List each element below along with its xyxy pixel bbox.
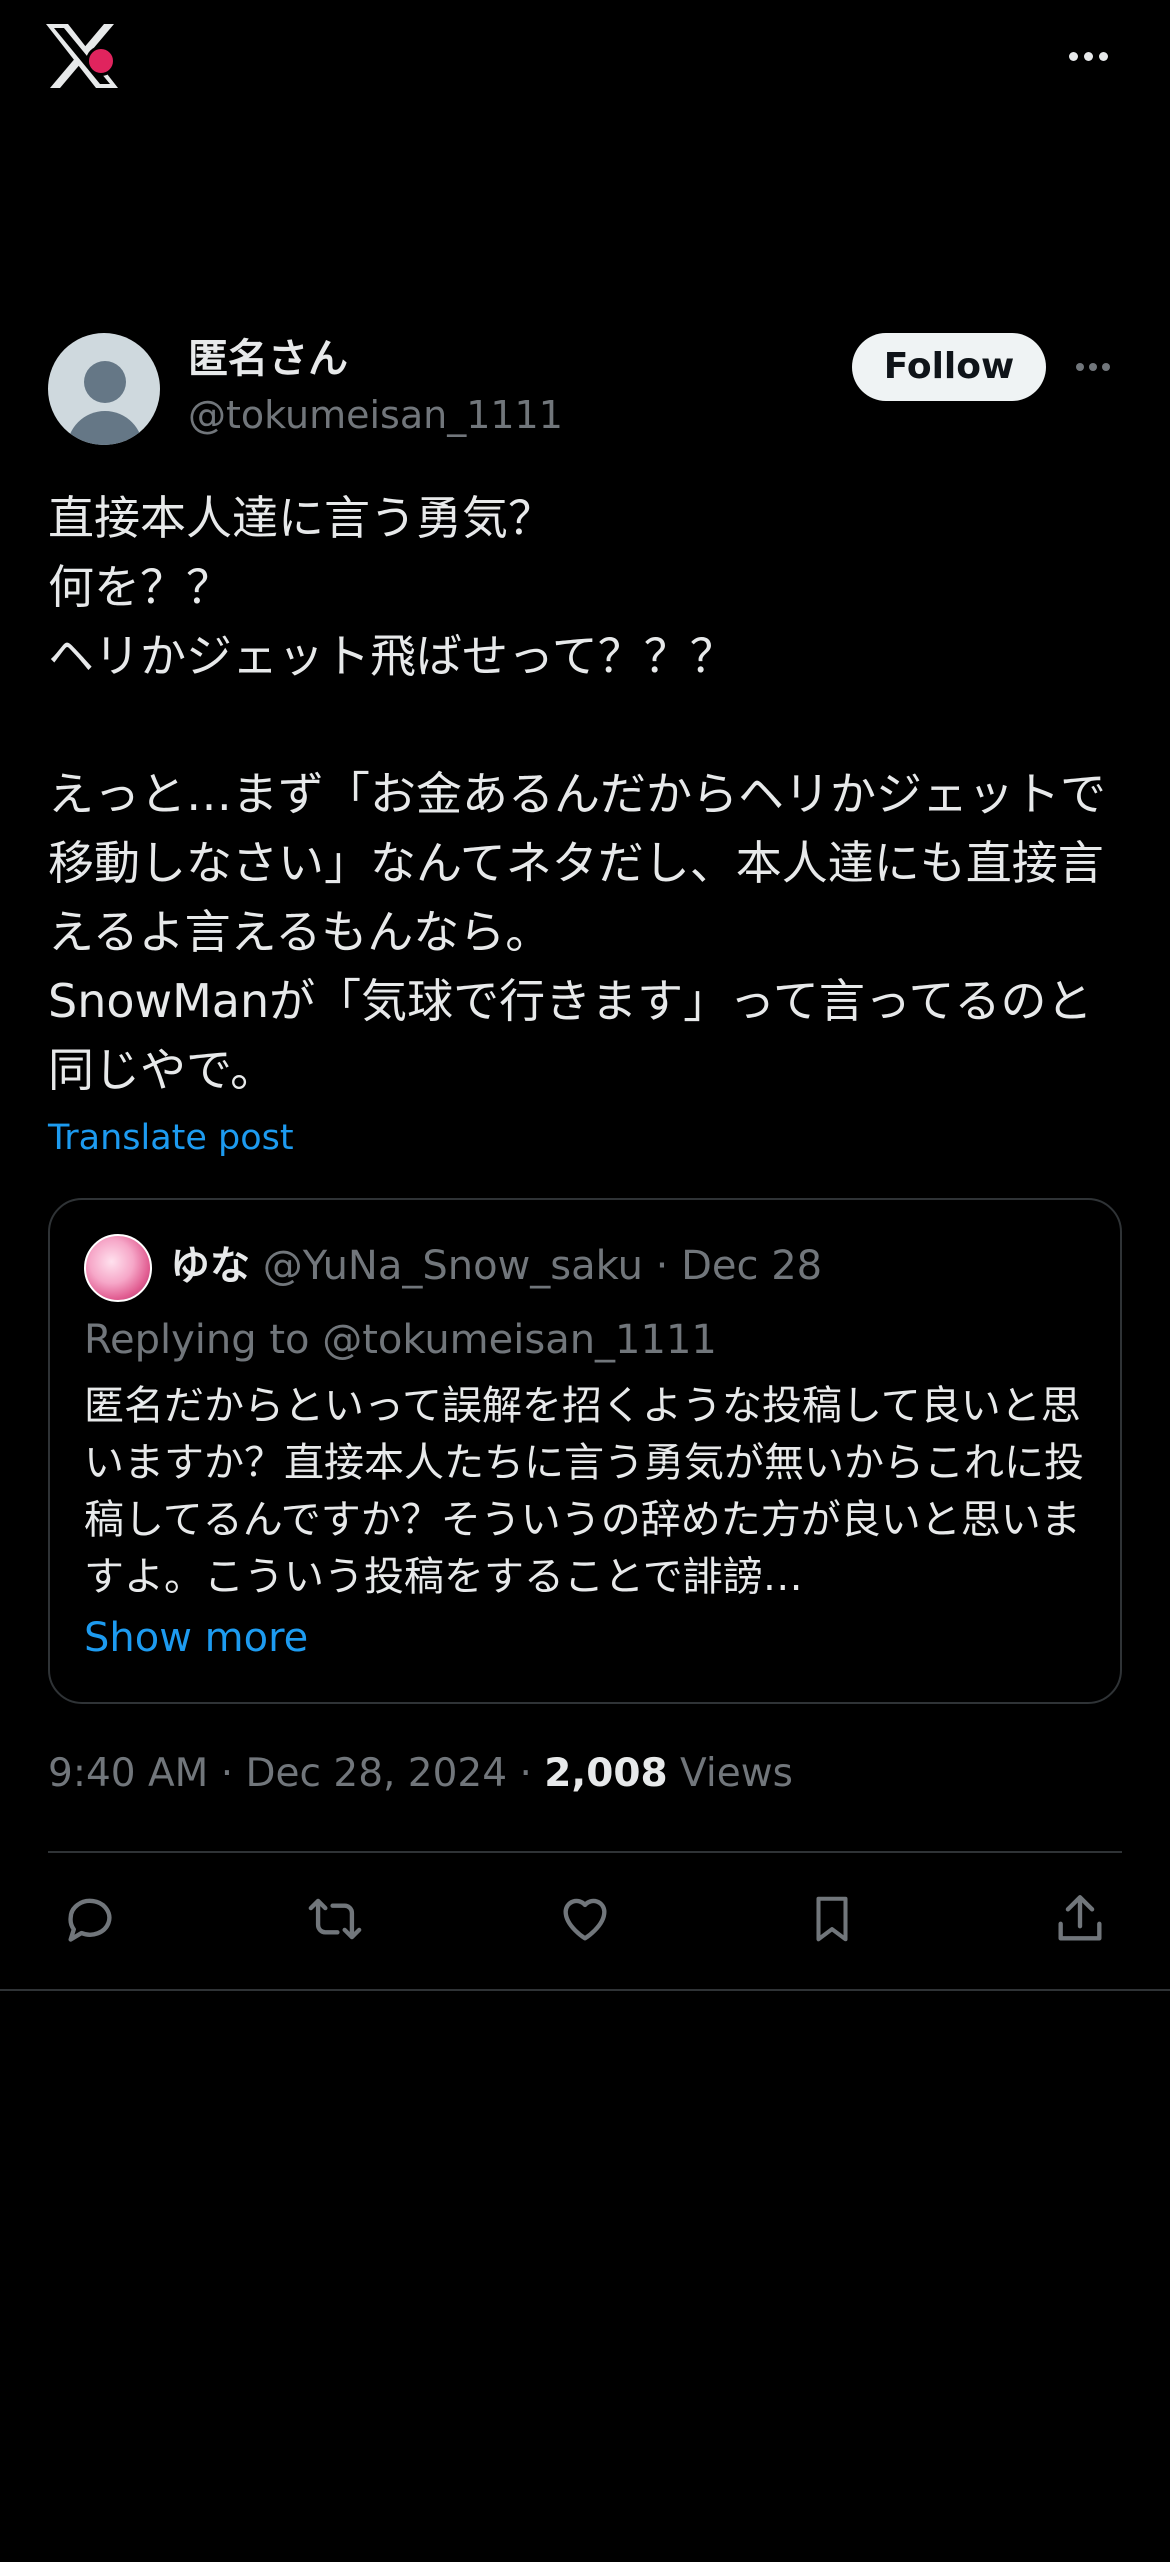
like-icon[interactable]	[553, 1887, 617, 1951]
replying-to: Replying to @tokumeisan_1111	[84, 1317, 717, 1363]
author-display-name[interactable]: 匿名さん	[188, 333, 348, 385]
separator: ·	[642, 1243, 682, 1289]
more-horizontal-icon[interactable]	[1060, 36, 1116, 76]
bookmark-icon[interactable]	[800, 1887, 864, 1951]
top-bar	[0, 0, 1170, 120]
show-more-link[interactable]: Show more	[84, 1610, 308, 1666]
quoted-date[interactable]: Dec 28	[681, 1243, 822, 1289]
separator: ·	[507, 1751, 545, 1796]
tweet-author: 匿名さん @tokumeisan_1111 Follow	[48, 333, 1122, 448]
separator: ·	[208, 1751, 246, 1796]
notification-badge	[86, 46, 116, 76]
quoted-handle[interactable]: @YuNa_Snow_saku	[263, 1243, 643, 1289]
more-horizontal-icon[interactable]	[1068, 347, 1118, 387]
quoted-display-name[interactable]: ゆな	[170, 1243, 250, 1289]
quoted-header: ゆな @YuNa_Snow_saku · Dec 28	[170, 1238, 822, 1294]
follow-button[interactable]: Follow	[852, 333, 1046, 401]
action-bar	[48, 1853, 1122, 1989]
tweet-meta: 9:40 AM · Dec 28, 2024 · 2,008 Views	[48, 1746, 793, 1802]
tweet-time[interactable]: 9:40 AM	[48, 1751, 208, 1796]
reply-icon[interactable]	[58, 1887, 122, 1951]
quoted-text: 匿名だからといって誤解を招くような投稿して良いと思いますか？直接本人たちに言う勇…	[84, 1383, 1084, 1600]
divider	[0, 1989, 1170, 1991]
translate-post-link[interactable]: Translate post	[48, 1114, 294, 1162]
tweet-date[interactable]: Dec 28, 2024	[246, 1751, 508, 1796]
quoted-avatar[interactable]	[84, 1234, 152, 1302]
avatar[interactable]	[48, 333, 160, 445]
author-handle[interactable]: @tokumeisan_1111	[188, 391, 563, 439]
share-icon[interactable]	[1048, 1887, 1112, 1951]
tweet-text: 直接本人達に言う勇気？ 何を？？ ヘリかジェット飛ばせって？？？ えっと…まず「…	[48, 491, 1106, 1097]
retweet-icon[interactable]	[303, 1887, 367, 1951]
views-label: Views	[667, 1751, 793, 1796]
quoted-tweet[interactable]: ゆな @YuNa_Snow_saku · Dec 28 Replying to …	[48, 1198, 1122, 1704]
views-count[interactable]: 2,008	[544, 1751, 667, 1796]
